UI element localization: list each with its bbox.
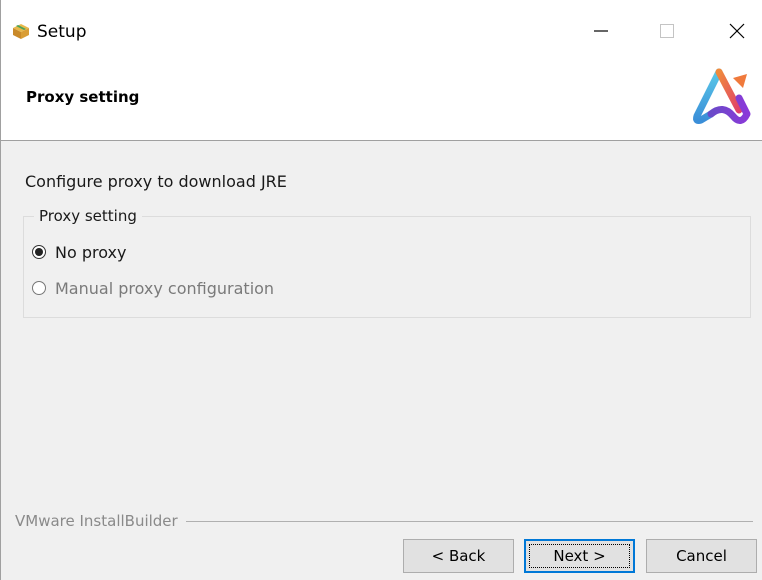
- installer-brand-line: VMware InstallBuilder: [15, 512, 753, 530]
- page-title: Proxy setting: [26, 88, 140, 106]
- page-header: Proxy setting: [1, 64, 762, 141]
- no-proxy-radio[interactable]: No proxy: [32, 241, 126, 263]
- radio-unselected-icon[interactable]: [32, 281, 46, 295]
- close-icon: [729, 23, 745, 39]
- focus-ring: [529, 544, 630, 568]
- manual-proxy-label[interactable]: Manual proxy configuration: [55, 279, 274, 298]
- cancel-button-label: Cancel: [676, 547, 727, 565]
- minimize-icon: [594, 30, 608, 32]
- window-title: Setup: [37, 22, 87, 42]
- intro-text: Configure proxy to download JRE: [25, 172, 287, 191]
- brand-divider: [185, 520, 753, 522]
- back-button-label: < Back: [431, 547, 486, 565]
- title-bar[interactable]: Setup: [1, 0, 762, 64]
- setup-window: Setup Proxy setting Configure proxy to d…: [0, 0, 762, 580]
- group-legend: Proxy setting: [34, 207, 142, 225]
- close-button[interactable]: [714, 8, 760, 54]
- proxy-setting-group: Proxy setting No proxy Manual proxy conf…: [23, 207, 751, 318]
- radio-selected-icon[interactable]: [32, 245, 46, 259]
- minimize-button[interactable]: [578, 8, 624, 54]
- maximize-button[interactable]: [644, 8, 690, 54]
- next-button[interactable]: Next >: [524, 539, 635, 573]
- maximize-icon: [660, 24, 674, 38]
- package-icon: [13, 24, 29, 39]
- cancel-button[interactable]: Cancel: [646, 539, 757, 573]
- manual-proxy-radio[interactable]: Manual proxy configuration: [32, 277, 274, 299]
- no-proxy-label[interactable]: No proxy: [55, 243, 126, 262]
- brand-logo-icon: [693, 68, 751, 124]
- radio-dot-icon: [35, 248, 43, 256]
- back-button[interactable]: < Back: [403, 539, 514, 573]
- installer-brand: VMware InstallBuilder: [15, 512, 178, 530]
